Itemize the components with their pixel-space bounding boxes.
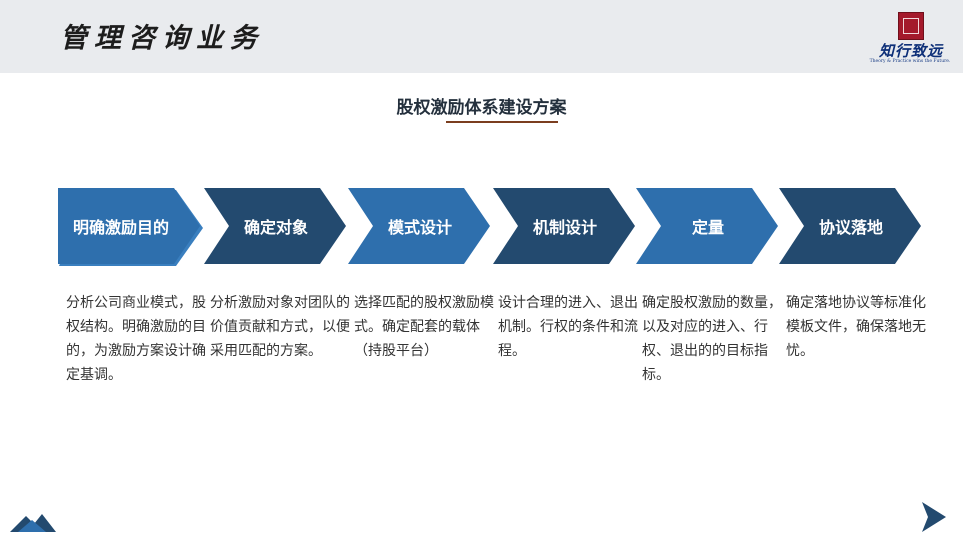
step-2[interactable]: 确定对象	[204, 188, 350, 268]
step-3-label: 模式设计	[387, 218, 452, 237]
step-2-label: 确定对象	[243, 218, 308, 237]
title-underline	[446, 121, 558, 123]
step-5[interactable]: 定量	[636, 188, 782, 268]
step-1[interactable]: 明确激励目的	[58, 188, 204, 268]
step-2-description: 分析激励对象对团队的价值贡献和方式，以便采用匹配的方案。	[210, 295, 350, 359]
step-1-label: 明确激励目的	[72, 218, 169, 237]
step-6-description: 确定落地协议等标准化模板文件，确保落地无忧。	[786, 295, 926, 359]
mountain-decor-icon	[10, 510, 56, 536]
next-slide-arrow-icon[interactable]	[920, 500, 948, 538]
step-3[interactable]: 模式设计	[348, 188, 494, 268]
step-5-label: 定量	[691, 218, 724, 237]
step-3-description: 选择匹配的股权激励模式。确定配套的载体（持股平台）	[354, 295, 494, 359]
seal-icon	[898, 12, 924, 40]
step-6[interactable]: 协议落地	[779, 188, 925, 268]
step-4-description: 设计合理的进入、退出机制。行权的条件和流程。	[498, 295, 638, 359]
process-steps: 明确激励目的 确定对象 模式设计 机制设计 定量 协议落地	[0, 188, 963, 268]
step-1-description: 分析公司商业模式，股权结构。明确激励的目的，为激励方案设计确定基调。	[66, 295, 206, 383]
logo-tagline: Theory & Practice wins the Future.	[869, 59, 951, 64]
page-title: 管理咨询业务	[60, 23, 264, 54]
step-4-label: 机制设计	[532, 218, 597, 237]
company-logo: 知行致远 Theory & Practice wins the Future.	[864, 12, 956, 68]
step-4[interactable]: 机制设计	[493, 188, 639, 268]
section-title: 股权激励体系建设方案	[396, 98, 567, 118]
logo-text: 知行致远	[878, 42, 943, 60]
step-6-label: 协议落地	[818, 218, 883, 237]
step-5-description: 确定股权激励的数量，以及对应的进入、行权、退出的的目标指标。	[642, 295, 782, 383]
